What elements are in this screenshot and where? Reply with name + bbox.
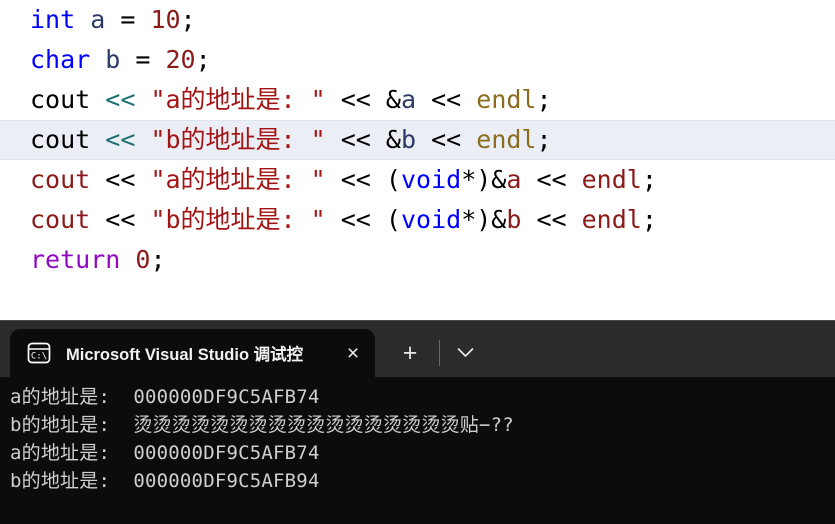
code-token: endl <box>581 165 642 194</box>
code-token: << <box>90 205 151 234</box>
code-line[interactable]: return 0; <box>0 240 835 280</box>
close-icon[interactable]: × <box>331 343 375 364</box>
code-token: *)& <box>461 205 507 234</box>
code-token: 20 <box>165 45 196 74</box>
code-token: void <box>400 205 462 234</box>
terminal-tab-active[interactable]: C:\ Microsoft Visual Studio 调试控 × <box>10 329 375 377</box>
code-token: cout <box>30 205 91 234</box>
code-token: << <box>416 125 477 154</box>
code-token: a <box>506 165 522 194</box>
code-lines-container: int a = 10; char b = 20; cout << "a的地址是: "… <box>0 0 835 280</box>
code-token: endl <box>476 125 537 154</box>
code-token: = <box>120 45 166 74</box>
code-token: ; <box>536 85 552 114</box>
code-token: b <box>105 45 121 74</box>
code-token: cout <box>30 125 106 154</box>
code-token: b <box>400 125 417 154</box>
console-line: b的地址是: 烫烫烫烫烫烫烫烫烫烫烫烫烫烫烫烫烫贴−?? <box>10 414 514 436</box>
code-token: *)& <box>461 165 507 194</box>
code-token: & <box>385 125 401 154</box>
code-token: ; <box>180 5 196 34</box>
code-token: "a的地址是: " <box>150 85 326 114</box>
code-token: = <box>105 5 151 34</box>
terminal-tab-title: Microsoft Visual Studio 调试控 <box>66 346 304 364</box>
console-output[interactable]: a的地址是: 000000DF9C5AFB74 b的地址是: 烫烫烫烫烫烫烫烫烫烫… <box>0 377 835 524</box>
console-line: a的地址是: 000000DF9C5AFB74 <box>10 386 320 408</box>
chevron-down-icon[interactable] <box>442 346 488 361</box>
code-token: << <box>105 125 136 154</box>
code-line[interactable]: cout << "a的地址是: " << &a << endl; <box>0 80 835 120</box>
code-token: void <box>400 165 462 194</box>
code-token: "b的地址是: " <box>150 205 326 234</box>
code-token: char <box>30 45 91 74</box>
code-token: << <box>521 205 582 234</box>
code-token: int <box>30 5 76 34</box>
code-editor[interactable]: int a = 10; char b = 20; cout << "a的地址是: "… <box>0 0 835 320</box>
code-token: return <box>30 245 121 274</box>
code-token: ; <box>195 45 211 74</box>
code-token: ; <box>536 125 552 154</box>
terminal-tab-actions: + <box>383 329 488 377</box>
code-token: << <box>90 165 151 194</box>
code-token: "b的地址是: " <box>150 125 326 154</box>
code-token: 10 <box>150 5 181 34</box>
console-cmd-icon: C:\ <box>26 340 52 366</box>
svg-text:C:\: C:\ <box>31 352 47 362</box>
code-token: a <box>400 85 417 114</box>
code-token: ; <box>641 205 657 234</box>
code-token: << ( <box>325 205 401 234</box>
code-token: ; <box>150 245 166 274</box>
toolbar-divider <box>439 340 440 366</box>
code-line[interactable]: cout << "b的地址是: " << (void*)&b << endl; <box>0 200 835 240</box>
code-line[interactable]: cout << "b的地址是: " << &b << endl; <box>0 120 835 160</box>
code-token: 0 <box>135 245 151 274</box>
code-token: & <box>385 85 401 114</box>
code-token: endl <box>476 85 537 114</box>
code-token: b <box>506 205 522 234</box>
code-token: << ( <box>325 165 401 194</box>
code-token: a <box>90 5 106 34</box>
code-token: << <box>105 85 136 114</box>
code-token: endl <box>581 205 642 234</box>
code-line[interactable]: char b = 20; <box>0 40 835 80</box>
code-token: cout <box>30 85 106 114</box>
code-line[interactable]: int a = 10; <box>0 0 835 40</box>
code-line[interactable]: cout << "a的地址是: " << (void*)&a << endl; <box>0 160 835 200</box>
code-token: << <box>325 125 386 154</box>
console-line: b的地址是: 000000DF9C5AFB94 <box>10 470 320 492</box>
code-token: cout <box>30 165 91 194</box>
console-line: a的地址是: 000000DF9C5AFB74 <box>10 442 320 464</box>
new-tab-icon[interactable]: + <box>383 340 437 366</box>
terminal-tab-bar: C:\ Microsoft Visual Studio 调试控 × + <box>0 321 835 377</box>
code-token: ; <box>641 165 657 194</box>
code-token: << <box>521 165 582 194</box>
code-token: "a的地址是: " <box>150 165 326 194</box>
terminal-panel: C:\ Microsoft Visual Studio 调试控 × + a的地址… <box>0 320 835 524</box>
code-token: << <box>325 85 386 114</box>
code-token: << <box>416 85 477 114</box>
